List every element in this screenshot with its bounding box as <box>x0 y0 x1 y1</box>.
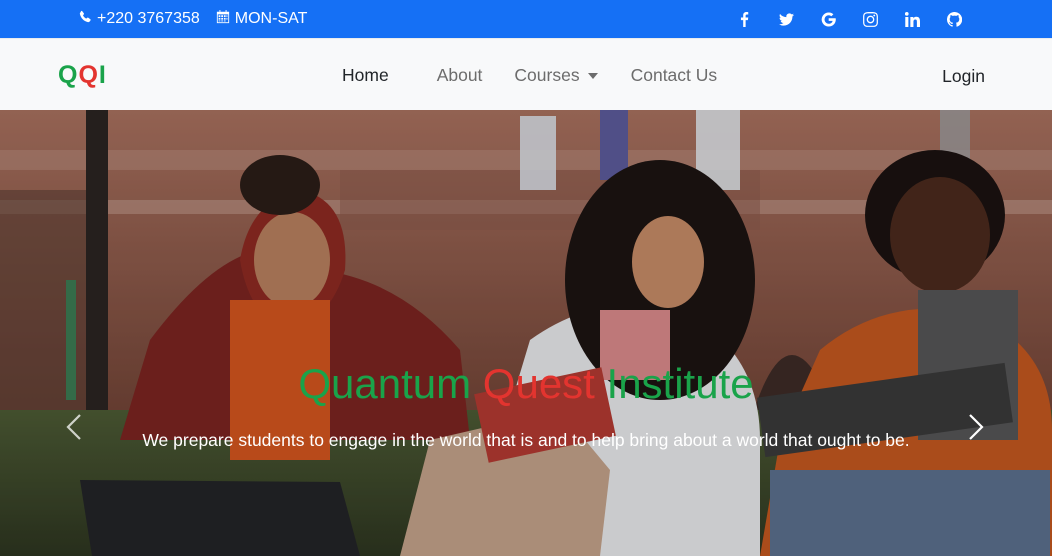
calendar-icon <box>216 9 230 29</box>
carousel-prev-button[interactable] <box>62 412 86 442</box>
hero-carousel: Quantum Quest Institute We prepare stude… <box>0 110 1052 556</box>
contact-info: +220 3767358 MON-SAT <box>78 0 307 38</box>
hero-subtitle: We prepare students to engage in the wor… <box>142 430 910 450</box>
brand-logo[interactable]: QQI <box>58 61 107 90</box>
nav-courses-label: Courses <box>514 64 580 85</box>
nav-about[interactable]: About <box>437 65 483 86</box>
chevron-down-icon <box>587 72 598 79</box>
logo-letter-q2: Q <box>78 61 99 89</box>
github-icon[interactable] <box>946 11 962 27</box>
logo-letter-i: I <box>98 61 107 89</box>
phone-contact[interactable]: +220 3767358 <box>78 10 200 29</box>
social-links <box>736 0 962 38</box>
linkedin-icon[interactable] <box>904 11 920 27</box>
logo-letter-q1: Q <box>58 61 79 89</box>
hours-info: MON-SAT <box>216 9 308 29</box>
nav-menu: Home About Courses Contact Us <box>342 39 717 111</box>
nav-contact-us[interactable]: Contact Us <box>631 65 718 86</box>
google-icon[interactable] <box>820 11 836 27</box>
twitter-icon[interactable] <box>778 11 794 27</box>
business-hours: MON-SAT <box>234 10 308 27</box>
carousel-next-button[interactable] <box>964 412 988 442</box>
top-contact-bar: +220 3767358 MON-SAT <box>0 0 1052 38</box>
login-link[interactable]: Login <box>942 66 985 87</box>
hero-title-word-institute: Institute <box>606 360 754 407</box>
main-navbar: QQI Home About Courses Contact Us Login <box>0 38 1052 110</box>
phone-number: +220 3767358 <box>97 10 200 27</box>
instagram-icon[interactable] <box>862 11 878 27</box>
facebook-icon[interactable] <box>736 11 752 27</box>
chevron-right-icon <box>969 414 984 440</box>
hero-title-word-quantum: Quantum <box>298 360 472 407</box>
phone-icon <box>78 10 92 29</box>
hero-title-word-quest: Quest <box>482 360 595 407</box>
nav-home[interactable]: Home <box>342 65 389 86</box>
chevron-left-icon <box>66 414 81 440</box>
hero-title: Quantum Quest Institute <box>0 360 1052 408</box>
nav-courses-dropdown[interactable]: Courses <box>514 64 598 86</box>
hero-background-image <box>0 110 1052 556</box>
